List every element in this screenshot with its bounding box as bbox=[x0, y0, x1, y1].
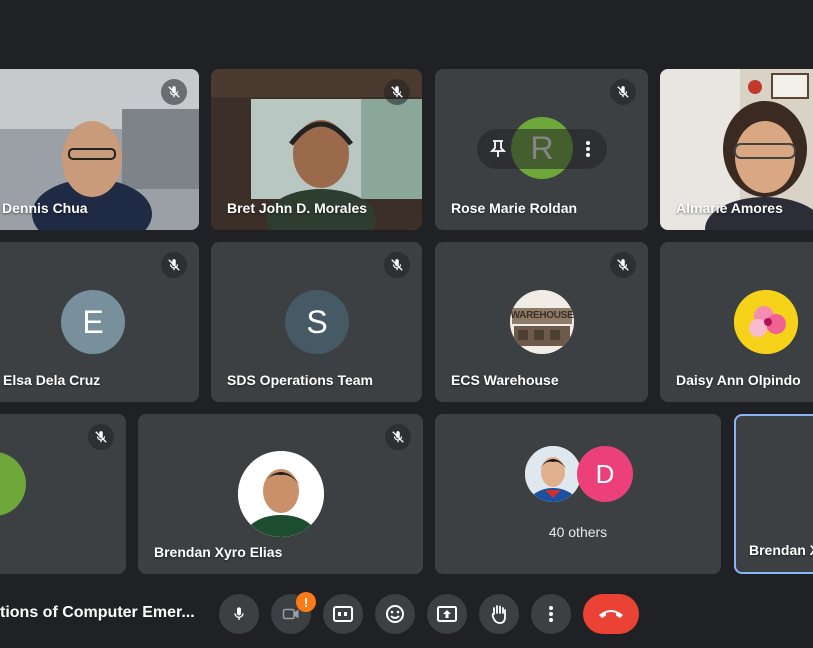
camera-off-icon bbox=[282, 608, 299, 620]
participant-tile-elsa[interactable]: E Elsa Dela Cruz bbox=[0, 242, 199, 402]
avatar-initial: E bbox=[82, 303, 104, 340]
participant-tile-almarie[interactable]: Almarie Amores bbox=[660, 69, 813, 230]
participant-name: ECS Warehouse bbox=[451, 372, 559, 388]
participant-avatar: S bbox=[285, 290, 349, 354]
participant-name: Elsa Dela Cruz bbox=[3, 372, 101, 388]
participant-avatar: WAREHOUSE bbox=[510, 290, 574, 354]
mic-off-icon bbox=[168, 86, 180, 98]
participant-avatar: E bbox=[61, 290, 125, 354]
microphone-button[interactable] bbox=[219, 594, 259, 634]
present-icon bbox=[437, 606, 457, 622]
mic-off-indicator bbox=[610, 79, 636, 105]
warehouse-avatar-text: WAREHOUSE bbox=[510, 309, 574, 321]
tile-hover-toolbar bbox=[477, 129, 607, 169]
mic-off-icon bbox=[392, 431, 404, 443]
participant-name: Dennis Chua bbox=[2, 200, 88, 216]
mic-off-icon bbox=[617, 259, 629, 271]
others-avatar-2: D bbox=[577, 446, 633, 502]
participant-name: Bret John D. Morales bbox=[227, 200, 368, 216]
mic-off-icon bbox=[617, 86, 629, 98]
emoji-icon bbox=[386, 605, 404, 623]
mic-icon bbox=[234, 607, 244, 620]
participant-tile-brendan-self[interactable]: Brendan X bbox=[734, 414, 813, 574]
leave-call-button[interactable] bbox=[583, 594, 639, 634]
present-button[interactable] bbox=[427, 594, 467, 634]
others-count-label: 40 others bbox=[548, 524, 608, 540]
more-vert-icon bbox=[549, 606, 553, 622]
captions-button[interactable] bbox=[323, 594, 363, 634]
participant-tile-brendan[interactable]: Brendan Xyro Elias bbox=[138, 414, 423, 574]
mic-off-indicator bbox=[161, 252, 187, 278]
participant-tile-rose[interactable]: R Rose Marie Roldan bbox=[435, 69, 648, 230]
participant-avatar bbox=[0, 452, 26, 516]
participant-tile-unnamed[interactable] bbox=[0, 414, 126, 574]
avatar-initial: D bbox=[595, 458, 615, 489]
end-call-icon bbox=[599, 610, 623, 618]
mic-off-indicator bbox=[88, 424, 114, 450]
mic-off-indicator bbox=[385, 424, 411, 450]
captions-icon bbox=[333, 606, 353, 622]
mic-off-icon bbox=[391, 86, 403, 98]
flower-avatar-image bbox=[734, 290, 798, 354]
participant-name: Almarie Amores bbox=[676, 200, 783, 216]
participant-tile-ecs[interactable]: WAREHOUSE ECS Warehouse bbox=[435, 242, 648, 402]
mic-off-icon bbox=[168, 259, 180, 271]
participant-avatar bbox=[734, 290, 798, 354]
participant-tile-dennis[interactable]: Dennis Chua bbox=[0, 69, 199, 230]
participant-avatar bbox=[238, 451, 324, 537]
reactions-button[interactable] bbox=[375, 594, 415, 634]
pin-icon bbox=[490, 140, 506, 157]
participant-name: Daisy Ann Olpindo bbox=[676, 372, 801, 388]
avatar-initial: S bbox=[306, 303, 328, 340]
warehouse-avatar-image bbox=[510, 290, 574, 354]
others-tile[interactable]: D 40 others bbox=[435, 414, 721, 574]
more-options-button[interactable] bbox=[531, 594, 571, 634]
more-vert-icon bbox=[586, 141, 590, 157]
mic-off-indicator bbox=[610, 252, 636, 278]
brendan-avatar-image bbox=[238, 451, 324, 537]
others-avatar-1 bbox=[525, 446, 581, 502]
participant-tile-daisy[interactable]: Daisy Ann Olpindo bbox=[660, 242, 813, 402]
participant-tile-bret[interactable]: Bret John D. Morales bbox=[211, 69, 422, 230]
mic-off-indicator bbox=[384, 79, 410, 105]
hand-icon bbox=[491, 605, 506, 624]
camera-warning-badge: ! bbox=[296, 592, 316, 612]
more-options-button[interactable] bbox=[577, 138, 599, 160]
participant-name: SDS Operations Team bbox=[227, 372, 374, 388]
mic-off-icon bbox=[95, 431, 107, 443]
participant-name: Brendan X bbox=[749, 542, 813, 558]
meeting-title: tions of Computer Emer... bbox=[0, 604, 195, 621]
mic-off-icon bbox=[391, 259, 403, 271]
superhero-avatar-image bbox=[525, 446, 581, 502]
mic-off-indicator bbox=[384, 252, 410, 278]
mic-off-indicator bbox=[161, 79, 187, 105]
participant-tile-sds[interactable]: S SDS Operations Team bbox=[211, 242, 422, 402]
participant-name: Brendan Xyro Elias bbox=[154, 544, 283, 560]
participant-name: Rose Marie Roldan bbox=[451, 200, 578, 216]
pin-button[interactable] bbox=[487, 138, 509, 160]
raise-hand-button[interactable] bbox=[479, 594, 519, 634]
